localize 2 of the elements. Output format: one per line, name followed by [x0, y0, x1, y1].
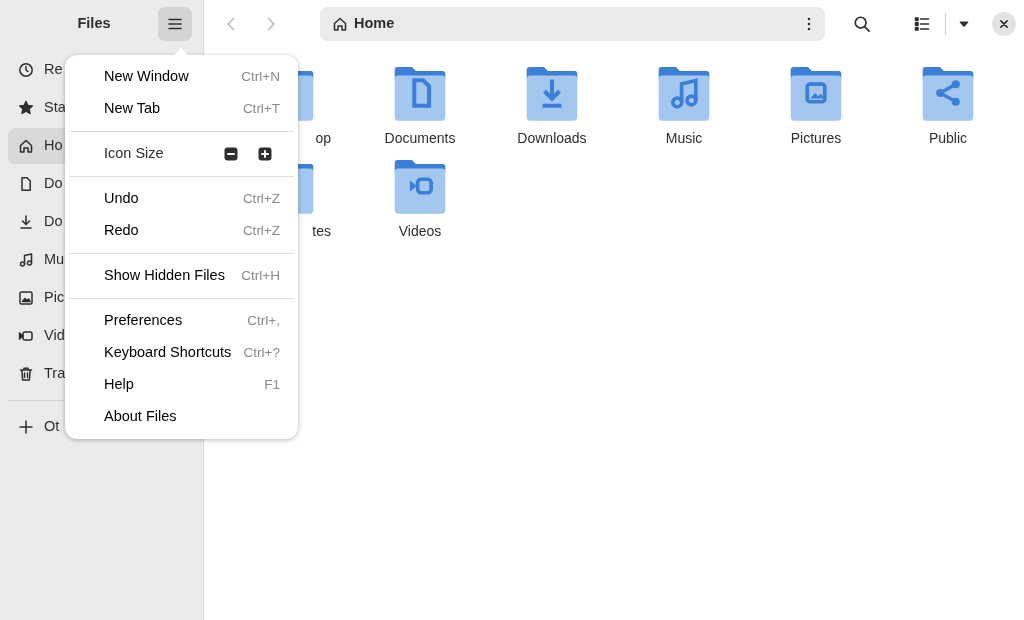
menu-label: Icon Size — [104, 144, 165, 164]
sidebar-title: Files — [76, 14, 112, 34]
